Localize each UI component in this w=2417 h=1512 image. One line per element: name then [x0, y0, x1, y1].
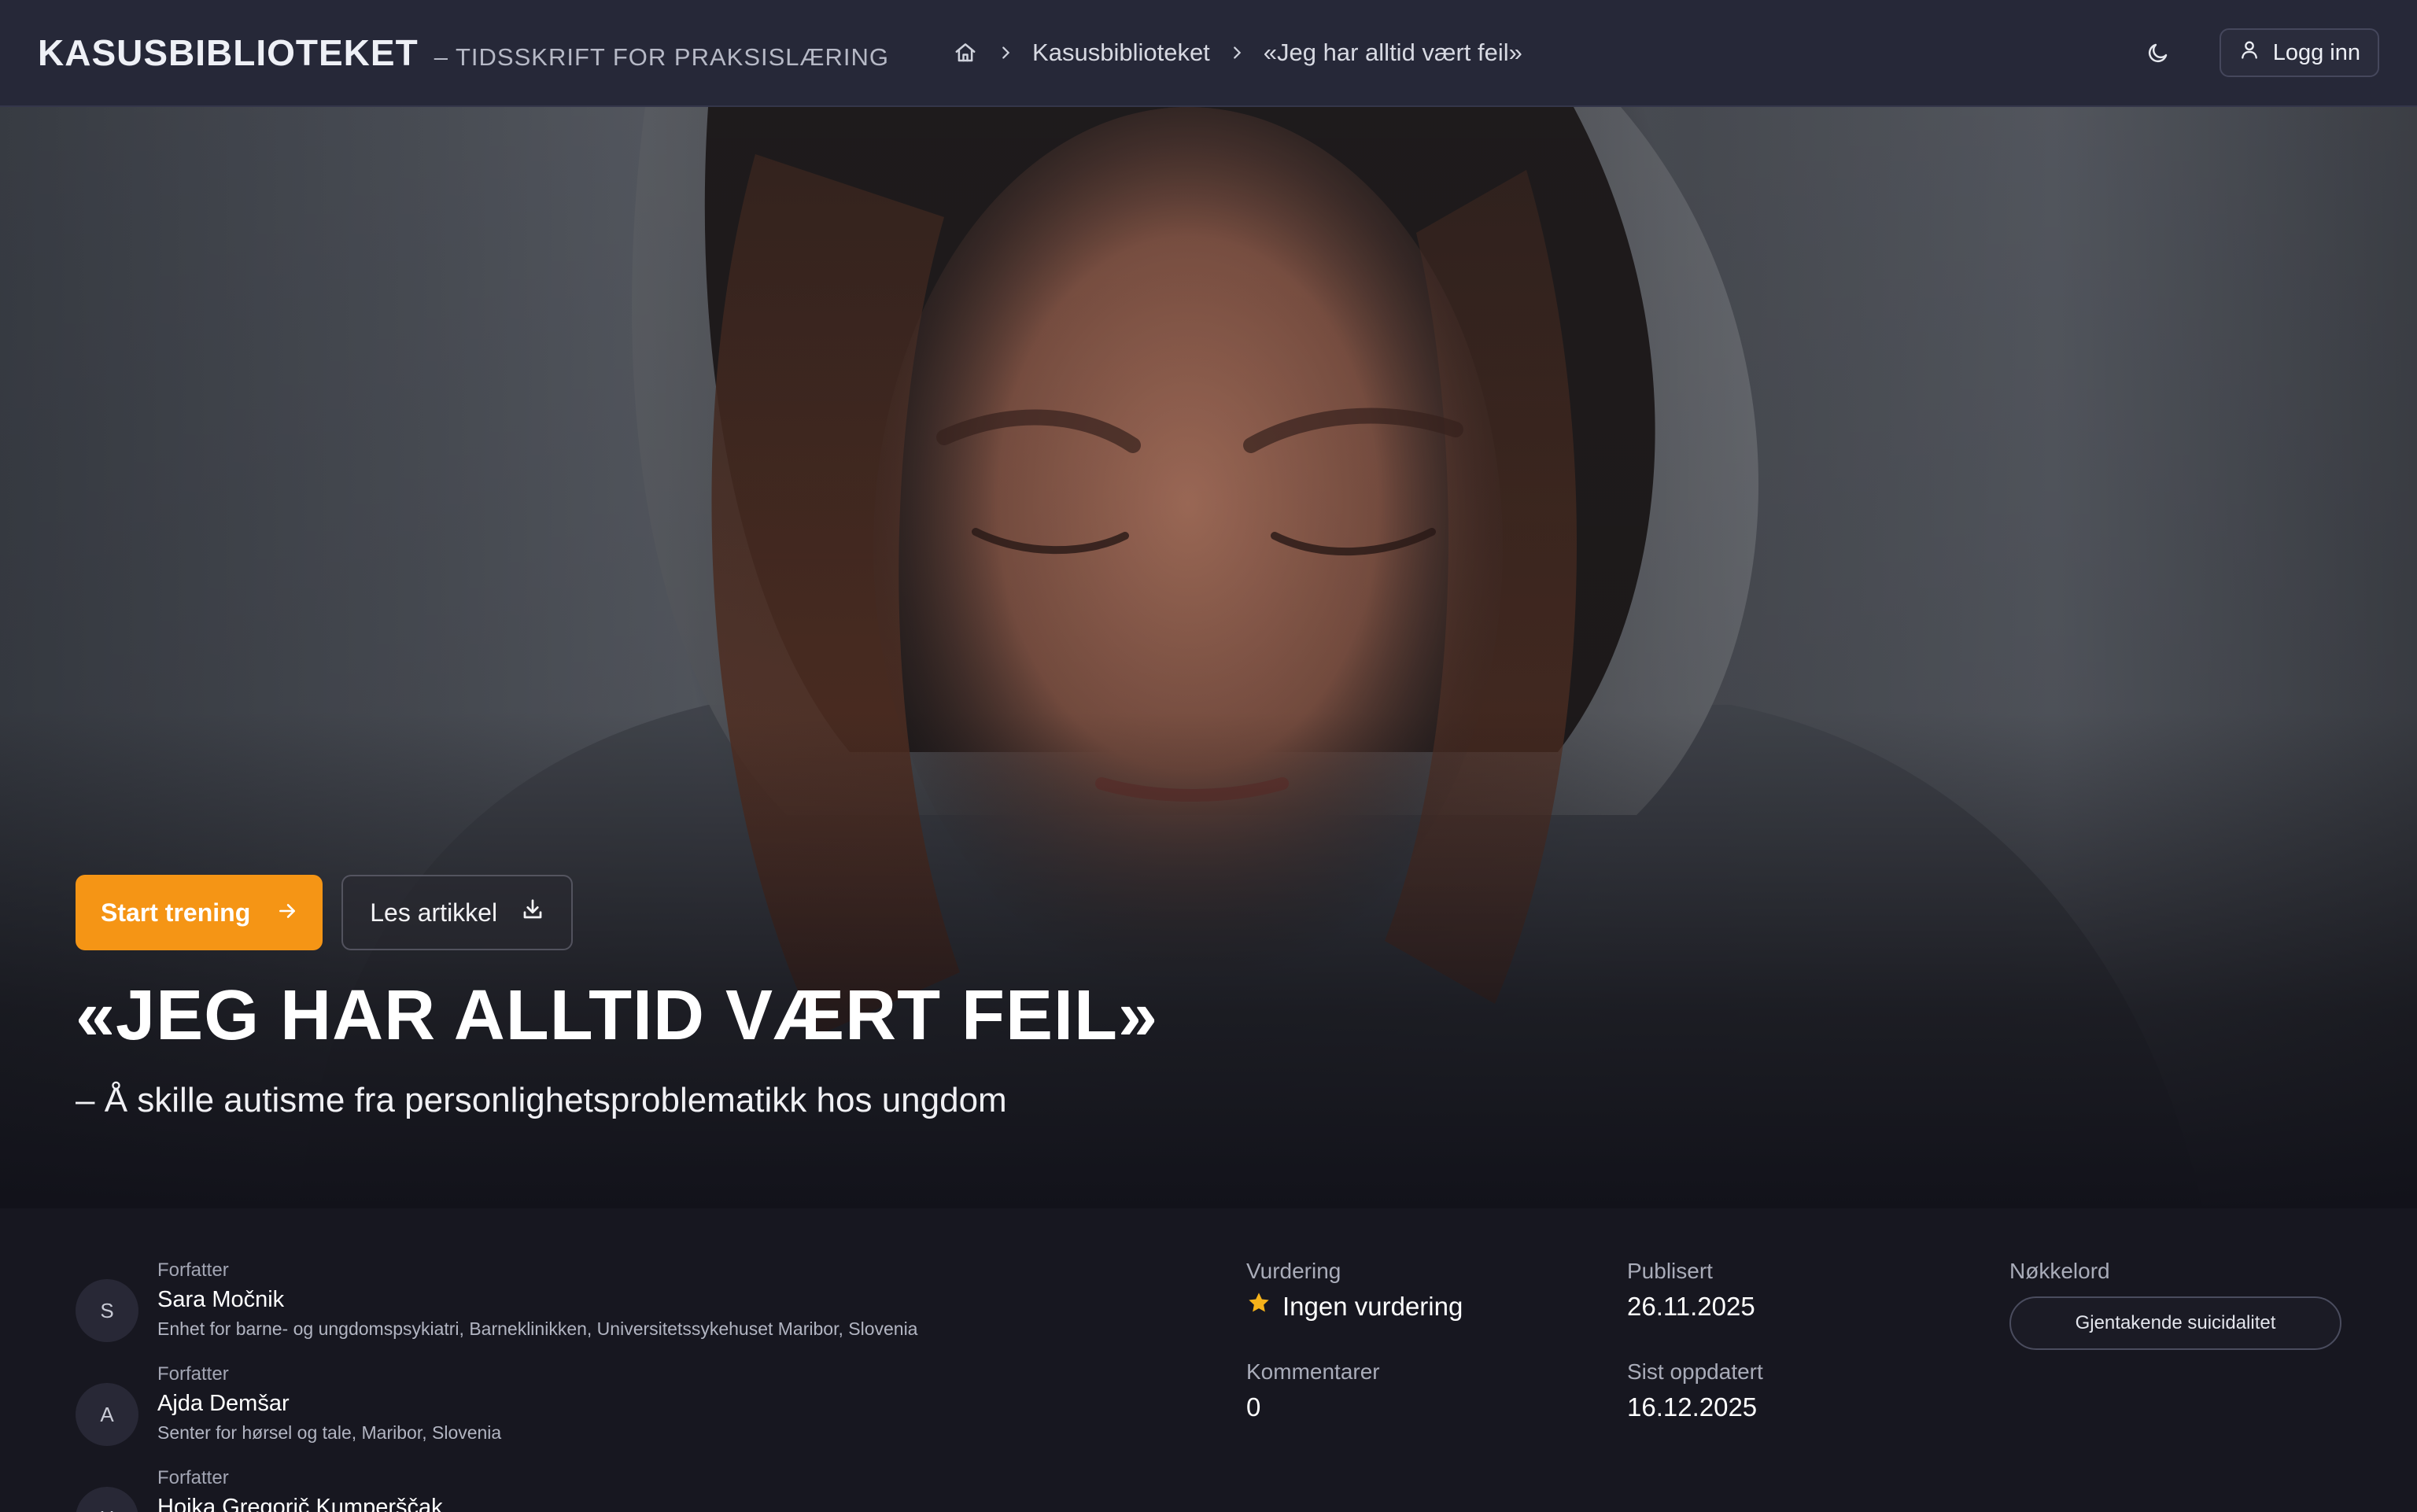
login-label: Logg inn: [2272, 39, 2360, 65]
user-icon: [2238, 39, 2260, 67]
article-subtitle: – Å skille autisme fra personlighetsprob…: [76, 1081, 1007, 1119]
download-icon: [521, 898, 544, 927]
author-name[interactable]: Hojka Gregorič Kumperščak: [157, 1492, 443, 1512]
article-title: «JEG HAR ALLTID VÆRT FEIL»: [76, 976, 1159, 1055]
avatar: H: [76, 1487, 138, 1512]
header-actions: Logg inn: [2135, 28, 2379, 77]
updated-label: Sist oppdatert: [1627, 1359, 1763, 1384]
breadcrumb-item-library[interactable]: Kasusbiblioteket: [1032, 39, 1210, 67]
author-name[interactable]: Ajda Demšar: [157, 1388, 501, 1419]
rating-text: Ingen vurdering: [1282, 1292, 1463, 1321]
read-article-button[interactable]: Les artikkel: [341, 875, 574, 950]
comments-block: Kommentarer 0: [1246, 1356, 1380, 1427]
read-article-label: Les artikkel: [370, 898, 498, 927]
keywords-block: Nøkkelord Gjentakende suicidalitet: [2009, 1256, 2341, 1350]
author-role: Forfatter: [157, 1363, 229, 1385]
published-label: Publisert: [1627, 1259, 1713, 1283]
updated-date: 16.12.2025: [1627, 1392, 1758, 1422]
chevron-right-icon: [1227, 43, 1246, 62]
author-affiliation: Senter for hørsel og tale, Maribor, Slov…: [157, 1422, 502, 1443]
article-info: S Forfatter Sara Močnik Enhet for barne-…: [0, 1208, 2417, 1512]
author-affiliation: Enhet for barne- og ungdomspsykiatri, Ba…: [157, 1318, 918, 1339]
keyword-chip[interactable]: Gjentakende suicidalitet: [2009, 1296, 2341, 1350]
start-training-label: Start trening: [101, 898, 251, 927]
author-name[interactable]: Sara Močnik: [157, 1284, 917, 1315]
published-date: 26.11.2025: [1627, 1292, 1755, 1321]
login-button[interactable]: Logg inn: [2219, 28, 2379, 77]
moon-icon[interactable]: [2135, 29, 2182, 76]
published-block: Publisert 26.11.2025: [1627, 1256, 1755, 1326]
keywords-label: Nøkkelord: [2009, 1259, 2110, 1283]
author-role: Forfatter: [157, 1259, 229, 1281]
start-training-button[interactable]: Start trening: [76, 875, 323, 950]
avatar: A: [76, 1383, 138, 1446]
rating-label: Vurdering: [1246, 1259, 1341, 1283]
rating-value: Ingen vurdering: [1246, 1287, 1463, 1326]
rating-block: Vurdering Ingen vurdering: [1246, 1256, 1463, 1326]
hero-actions: Start trening Les artikkel: [76, 875, 574, 950]
hero-banner: Start trening Les artikkel «JEG HAR ALLT…: [0, 107, 2417, 1208]
breadcrumb: Kasusbiblioteket «Jeg har alltid vært fe…: [952, 39, 1522, 67]
updated-block: Sist oppdatert 16.12.2025: [1627, 1356, 1763, 1427]
star-icon: [1246, 1287, 1271, 1326]
author-role: Forfatter: [157, 1467, 229, 1488]
author-card: H Forfatter Hojka Gregorič Kumperščak: [76, 1465, 443, 1512]
author-card: A Forfatter Ajda Demšar Senter for hørse…: [76, 1361, 501, 1446]
breadcrumb-item-current: «Jeg har alltid vært feil»: [1263, 39, 1522, 66]
arrow-right-icon: [277, 898, 297, 927]
site-subtitle: – TIDSSKRIFT FOR PRAKSISLÆRING: [434, 43, 890, 71]
chevron-right-icon: [996, 43, 1015, 62]
comments-label: Kommentarer: [1246, 1359, 1380, 1384]
site-title[interactable]: KASUSBIBLIOTEKET: [38, 31, 419, 74]
avatar: S: [76, 1279, 138, 1342]
top-navigation-bar: KASUSBIBLIOTEKET – TIDSSKRIFT FOR PRAKSI…: [0, 0, 2417, 107]
author-card: S Forfatter Sara Močnik Enhet for barne-…: [76, 1257, 917, 1342]
brand[interactable]: KASUSBIBLIOTEKET – TIDSSKRIFT FOR PRAKSI…: [38, 31, 889, 74]
comments-count: 0: [1246, 1392, 1261, 1422]
home-icon[interactable]: [952, 39, 979, 66]
